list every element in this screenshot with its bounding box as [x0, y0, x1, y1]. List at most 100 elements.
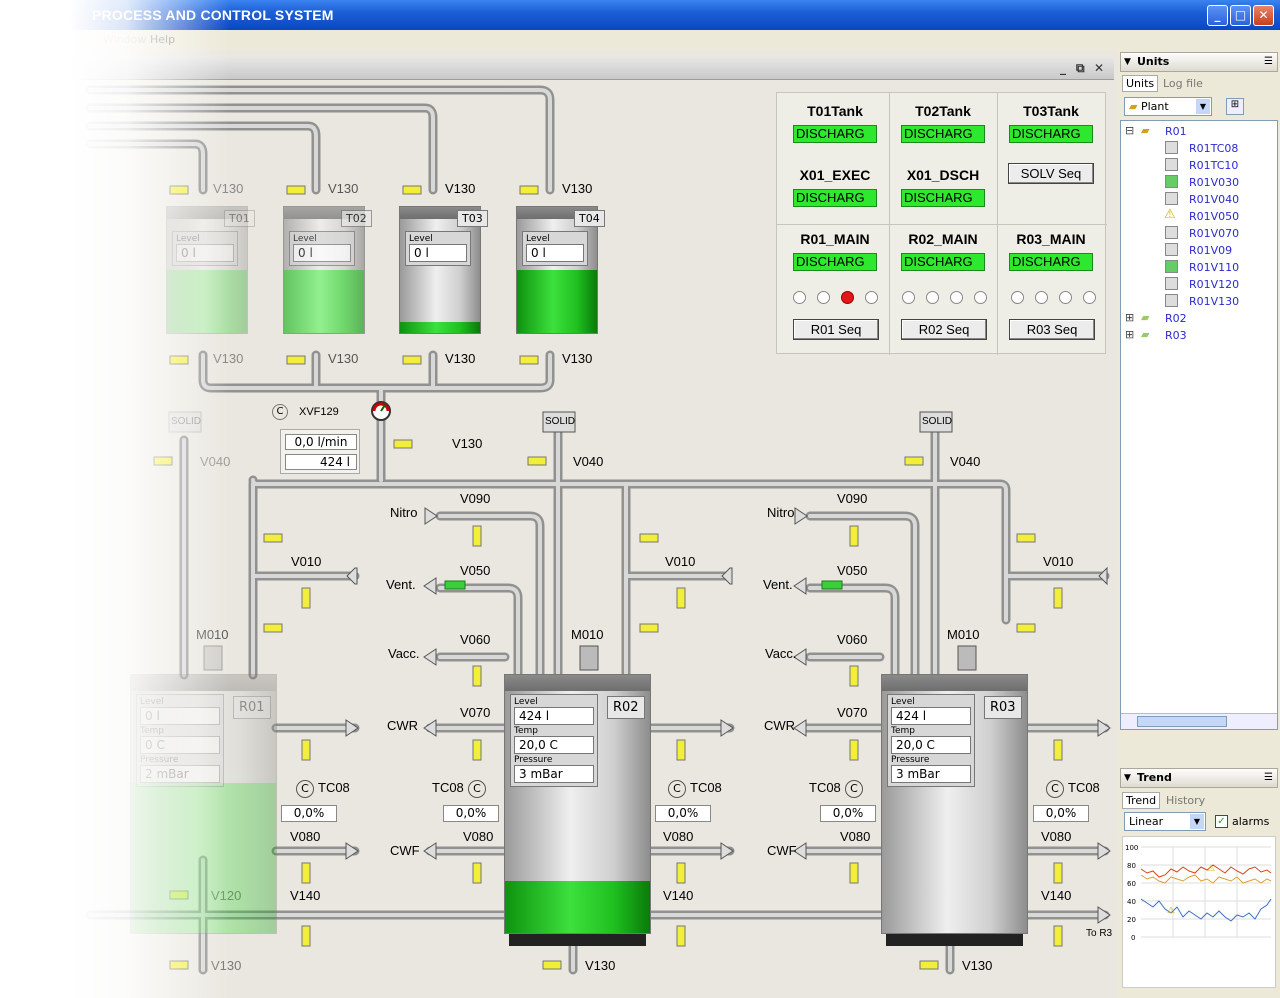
tree-item[interactable]: R01V050 — [1189, 210, 1239, 223]
r02-seq-button[interactable]: R02 Seq — [901, 319, 987, 340]
title-bar: PROCESS AND CONTROL SYSTEM _ □ ✕ — [0, 0, 1280, 30]
valve-label: V140 — [663, 888, 694, 903]
tree-item[interactable]: R01V09 — [1189, 244, 1232, 257]
tree-item[interactable]: R01V120 — [1189, 278, 1239, 291]
valve-label: V050 — [460, 563, 491, 578]
alarms-checkbox[interactable]: ✓ — [1215, 815, 1228, 828]
alarms-label: alarms — [1232, 815, 1270, 828]
tab-history[interactable]: History — [1166, 794, 1205, 807]
tree-item[interactable]: R01 — [1165, 125, 1187, 138]
controller-icon[interactable]: C — [668, 780, 686, 798]
controller-icon[interactable]: C — [272, 404, 288, 420]
r01-step-radio[interactable] — [793, 291, 806, 304]
tree-item[interactable]: R01V110 — [1189, 261, 1239, 274]
r01-step-radio[interactable] — [817, 291, 830, 304]
valve-label: V060 — [460, 632, 491, 647]
tab-trend[interactable]: Trend — [1122, 792, 1161, 809]
valve-label: V130 — [328, 181, 359, 196]
tree-item[interactable]: R01V130 — [1189, 295, 1239, 308]
line-label-cwr: CWR — [387, 718, 419, 733]
tab-log-file[interactable]: Log file — [1163, 77, 1203, 90]
child-minimize-button[interactable]: _ — [1060, 61, 1066, 75]
valve-label: V130 — [328, 351, 359, 366]
menu-window[interactable]: Window — [103, 33, 146, 46]
unit-icon — [1165, 277, 1178, 290]
chevron-down-icon[interactable]: ▼ — [1196, 99, 1210, 114]
child-restore-button[interactable]: ⧉ — [1076, 61, 1085, 76]
plant-combo[interactable]: ▰ Plant ▼ — [1124, 97, 1212, 116]
tree-expander-icon[interactable]: ⊟ — [1125, 124, 1134, 137]
valve-label: V080 — [290, 829, 321, 844]
minimize-button[interactable]: _ — [1207, 5, 1228, 26]
r02-step-radio[interactable] — [926, 291, 939, 304]
tank-tag-t01: T01 — [224, 210, 255, 227]
tc-label: TC08 — [809, 780, 841, 795]
controller-icon[interactable]: C — [845, 780, 863, 798]
controller-icon[interactable]: C — [468, 780, 486, 798]
units-tree[interactable]: ⊟ ▰ R01 R01TC08 R01TC10 R01V030 R01V040 … — [1120, 120, 1278, 730]
child-close-button[interactable]: ✕ — [1094, 61, 1104, 75]
tree-item[interactable]: R03 — [1165, 329, 1187, 342]
tc-value: 0,0% — [820, 805, 876, 822]
chevron-down-icon[interactable]: ▼ — [1190, 814, 1204, 829]
folder-icon: ▰ — [1141, 328, 1150, 341]
controller-icon[interactable]: C — [1046, 780, 1064, 798]
tank-tag-t03: T03 — [457, 210, 488, 227]
units-pane-header[interactable]: ▼ Units ☰ — [1120, 52, 1278, 72]
r01-seq-button[interactable]: R01 Seq — [793, 319, 879, 340]
valve-label: V130 — [452, 436, 483, 451]
warning-icon: ⚠ — [1207, 864, 1215, 874]
trend-chart[interactable]: 100 80 60 40 20 0 ⚠ ⚠ — [1122, 836, 1276, 988]
r02-step-radio[interactable] — [950, 291, 963, 304]
r03-step-radio[interactable] — [1059, 291, 1072, 304]
pane-options-icon[interactable]: ☰ — [1264, 769, 1273, 787]
tree-expander-icon[interactable]: ⊞ — [1125, 328, 1134, 341]
scrollbar-thumb[interactable] — [1137, 716, 1227, 727]
tc-value: 0,0% — [281, 805, 337, 822]
controller-icon[interactable]: C — [296, 780, 314, 798]
r03-seq-button[interactable]: R03 Seq — [1009, 319, 1095, 340]
r03-step-radio[interactable] — [1011, 291, 1024, 304]
pane-options-icon[interactable]: ☰ — [1264, 53, 1273, 71]
tree-item[interactable]: R01TC08 — [1189, 142, 1238, 155]
r01-step-radio[interactable] — [865, 291, 878, 304]
r03-step-radio[interactable] — [1083, 291, 1096, 304]
r02-step-radio[interactable] — [902, 291, 915, 304]
tab-units[interactable]: Units — [1122, 75, 1159, 92]
unit-icon — [1165, 175, 1178, 188]
close-button[interactable]: ✕ — [1253, 5, 1274, 26]
tree-item[interactable]: R01V040 — [1189, 193, 1239, 206]
r01-step-radio[interactable] — [841, 291, 854, 304]
tree-view-icon[interactable]: ⊞ — [1226, 98, 1244, 115]
tree-item[interactable]: R01V030 — [1189, 176, 1239, 189]
collapse-icon[interactable]: ▼ — [1124, 53, 1131, 71]
r03-step-radio[interactable] — [1035, 291, 1048, 304]
menu-help[interactable]: Help — [150, 33, 175, 46]
r02-step-radio[interactable] — [974, 291, 987, 304]
trend-pane-title: Trend — [1137, 771, 1172, 784]
flow-meter-tag: XVF129 — [299, 406, 339, 418]
child-window-header: _ ⧉ ✕ — [0, 58, 1114, 80]
tc-label: TC08 — [1068, 780, 1100, 795]
reactor-r03-readings: Level 424 l Temp 20,0 C Pressure 3 mBar — [887, 694, 975, 787]
tree-item[interactable]: R02 — [1165, 312, 1187, 325]
flow-total: 424 l — [285, 454, 357, 470]
scale-combo[interactable]: Linear ▼ — [1124, 812, 1206, 831]
tree-expander-icon[interactable]: ⊞ — [1125, 311, 1134, 324]
valve-label: V130 — [962, 958, 993, 973]
solv-seq-button[interactable]: SOLV Seq — [1008, 163, 1094, 184]
maximize-button[interactable]: □ — [1230, 5, 1251, 26]
pump-label: M010 — [947, 627, 980, 642]
unit-icon — [1165, 260, 1178, 273]
tree-item[interactable]: R01TC10 — [1189, 159, 1238, 172]
unit-icon — [1165, 192, 1178, 205]
tree-item[interactable]: R01V070 — [1189, 227, 1239, 240]
horizontal-scrollbar[interactable] — [1121, 713, 1277, 729]
valve-label: V050 — [837, 563, 868, 578]
trend-pane-header[interactable]: ▼ Trend ☰ — [1120, 768, 1278, 788]
collapse-icon[interactable]: ▼ — [1124, 769, 1131, 787]
tc-value: 0,0% — [1033, 805, 1089, 822]
tc-label: TC08 — [690, 780, 722, 795]
plant-combo-value: Plant — [1140, 100, 1169, 113]
valve-label: V070 — [460, 705, 491, 720]
